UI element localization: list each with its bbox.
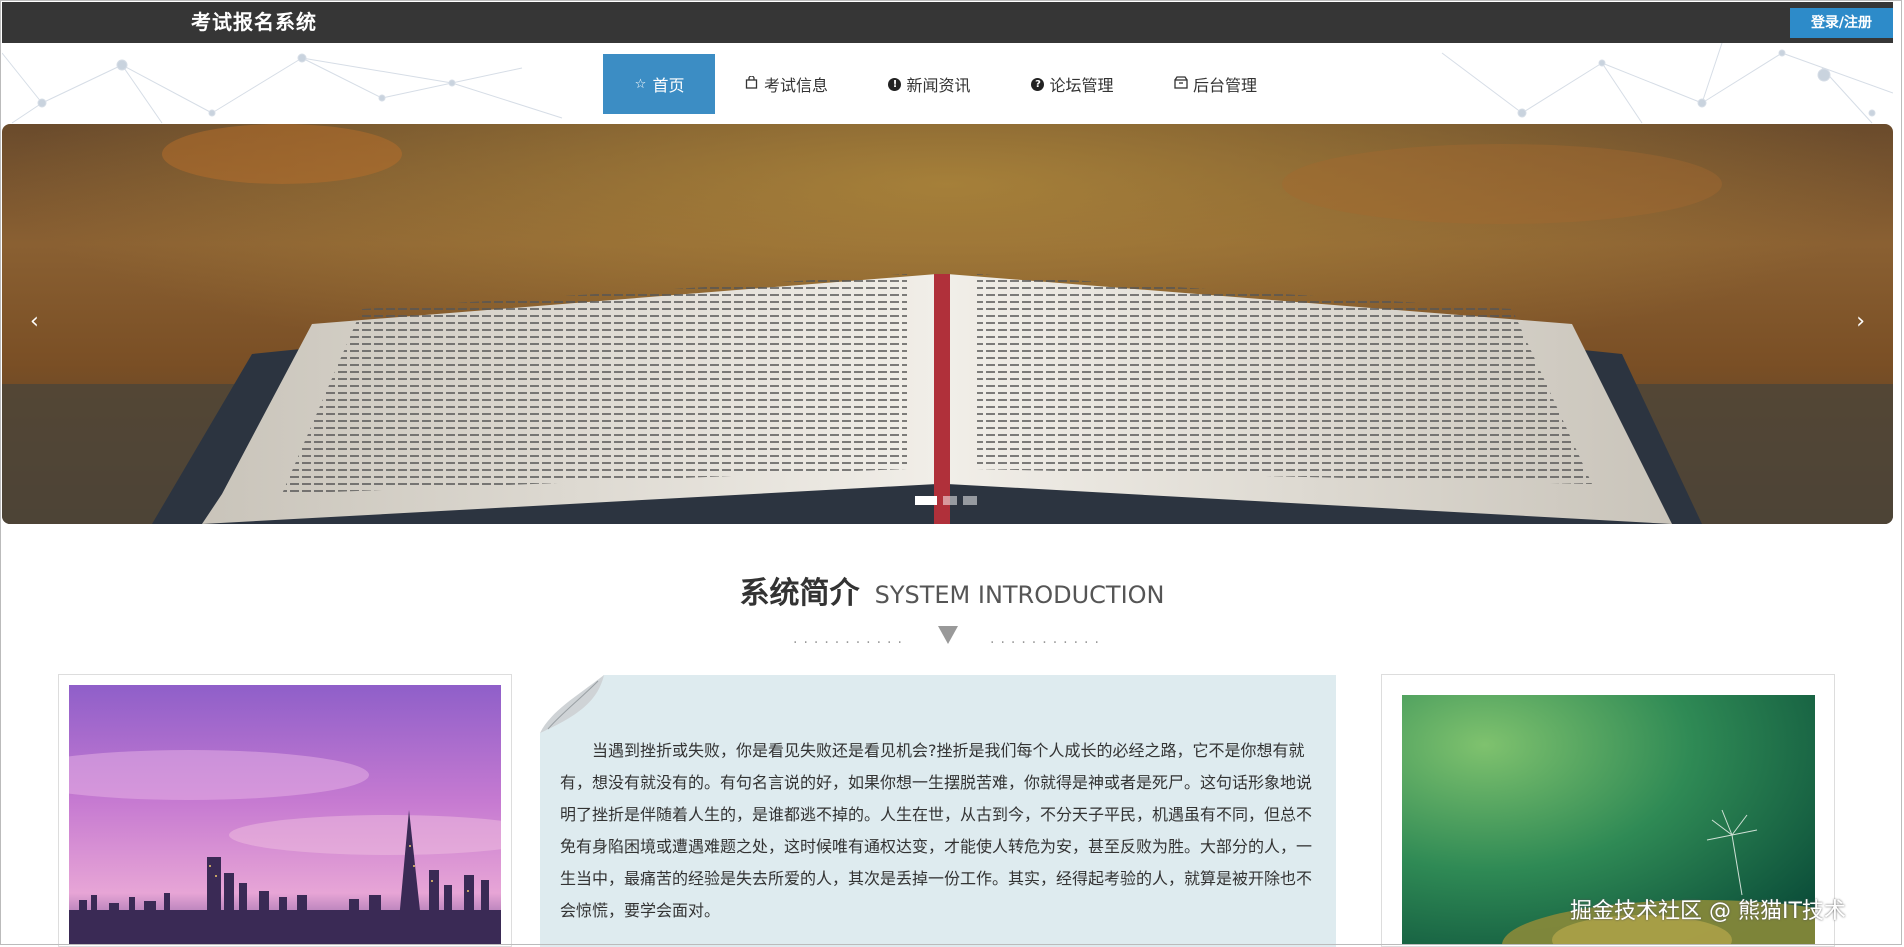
page-curl-icon: [540, 675, 604, 733]
carousel-prev-arrow[interactable]: ‹: [30, 309, 39, 334]
top-bar: 考试报名系统 登录/注册: [2, 2, 1893, 43]
carousel-dot-3[interactable]: [963, 496, 977, 505]
carousel-next-arrow[interactable]: ›: [1856, 309, 1865, 334]
intro-image-left-card: [58, 674, 512, 947]
city-skyline-image: [69, 685, 501, 945]
nav-admin-label: 后台管理: [1192, 76, 1257, 95]
main-nav: ☆ 首页 考试信息 ! 新闻资讯 ? 论坛管理 后台管理: [603, 54, 1287, 114]
section-title-cn: 系统简介: [739, 576, 860, 611]
divider-dots-right: ...........: [990, 631, 1105, 647]
intro-text-card: 当遇到挫折或失败，你是看见失败还是看见机会?挫折是我们每个人成长的必经之路，它不…: [540, 675, 1336, 947]
login-register-button[interactable]: 登录/注册: [1790, 8, 1893, 38]
section-heading: 系统简介 SYSTEM INTRODUCTION: [0, 568, 1904, 612]
exclamation-icon: !: [888, 77, 902, 91]
section-title-en: SYSTEM INTRODUCTION: [874, 581, 1165, 609]
carousel-dot-1[interactable]: [915, 496, 937, 505]
nav-forum[interactable]: ? 论坛管理: [1001, 54, 1144, 114]
nav-news[interactable]: ! 新闻资讯: [858, 54, 1001, 114]
bag-icon: [745, 74, 759, 93]
divider-triangle-icon: [938, 626, 958, 644]
question-icon: ?: [1031, 77, 1045, 91]
watermark: 掘金技术社区 @ 熊猫IT技术: [1570, 899, 1846, 924]
box-icon: [1174, 75, 1188, 93]
nav-home[interactable]: ☆ 首页: [603, 54, 715, 114]
carousel-dot-2[interactable]: [943, 496, 957, 505]
nav-band: ☆ 首页 考试信息 ! 新闻资讯 ? 论坛管理 后台管理: [2, 43, 1893, 124]
divider-dots-left: ...........: [793, 631, 908, 647]
nav-admin[interactable]: 后台管理: [1144, 54, 1287, 114]
nav-forum-label: 论坛管理: [1049, 76, 1114, 95]
nav-exam-info[interactable]: 考试信息: [715, 54, 858, 114]
intro-paragraph: 当遇到挫折或失败，你是看见失败还是看见机会?挫折是我们每个人成长的必经之路，它不…: [560, 741, 1313, 920]
carousel-indicators: [915, 496, 977, 505]
nav-exam-info-label: 考试信息: [763, 76, 828, 95]
nav-news-label: 新闻资讯: [906, 76, 971, 95]
app-title: 考试报名系统: [191, 10, 317, 34]
banner-carousel: ‹ ›: [2, 124, 1893, 524]
banner-image-book: [2, 124, 1893, 524]
nav-home-label: 首页: [652, 76, 685, 95]
star-icon: ☆: [634, 76, 647, 92]
